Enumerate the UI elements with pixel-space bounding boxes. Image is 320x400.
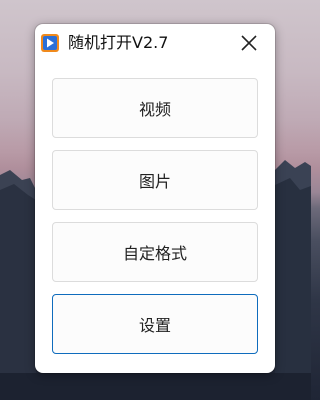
title-bar: 随机打开V2.7 <box>35 24 275 62</box>
custom-format-button-label: 自定格式 <box>122 244 187 263</box>
close-button[interactable] <box>235 29 263 57</box>
video-button[interactable]: 视频 <box>52 78 258 138</box>
video-button-label: 视频 <box>138 100 171 119</box>
settings-button-label: 设置 <box>138 316 171 335</box>
custom-format-button[interactable]: 自定格式 <box>52 222 258 282</box>
app-window: 随机打开V2.7 视频 图片 自定格式 设置 <box>35 24 275 373</box>
image-button[interactable]: 图片 <box>52 150 258 210</box>
close-icon <box>241 35 257 51</box>
window-title: 随机打开V2.7 <box>68 33 169 52</box>
settings-button[interactable]: 设置 <box>52 294 258 354</box>
play-icon <box>41 34 59 52</box>
image-button-label: 图片 <box>138 172 171 191</box>
